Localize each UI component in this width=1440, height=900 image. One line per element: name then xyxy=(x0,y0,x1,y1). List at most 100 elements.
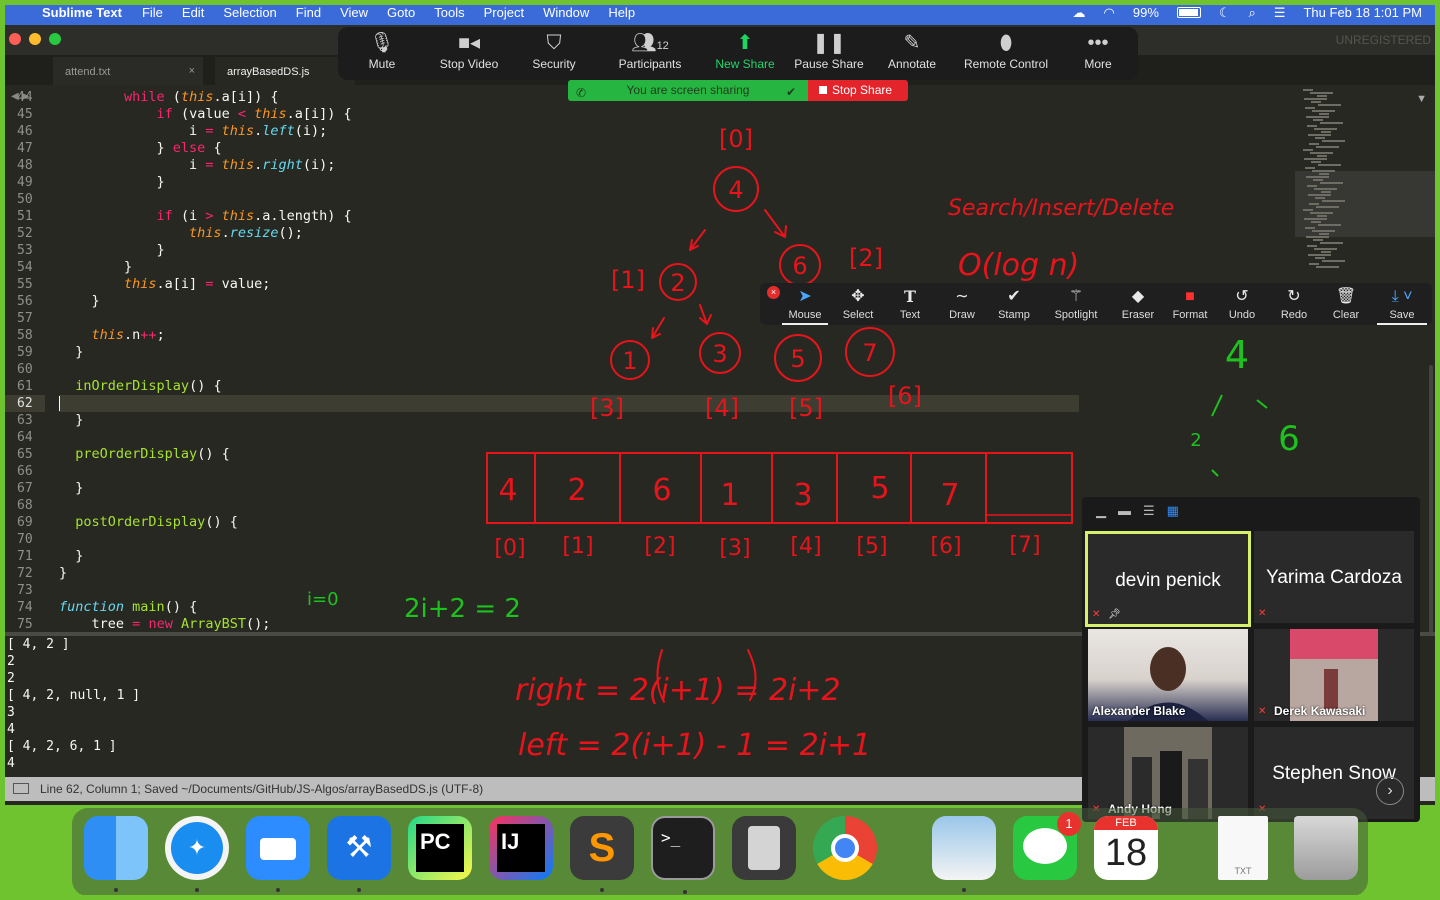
menu-edit[interactable]: Edit xyxy=(182,5,204,20)
dock-calendar[interactable]: FEB 18 xyxy=(1094,816,1158,880)
annotate-button[interactable]: ✎ Annotate xyxy=(884,27,940,80)
next-page-chevron-icon[interactable]: › xyxy=(1376,777,1404,805)
participant-tile-video[interactable]: ✕ Derek Kawasaki xyxy=(1254,629,1414,721)
clock[interactable]: Thu Feb 18 1:01 PM xyxy=(1303,5,1422,20)
dock-chrome[interactable] xyxy=(813,816,877,880)
participant-tile[interactable]: devin penick ✕ 📌︎ xyxy=(1085,531,1251,627)
menu-goto[interactable]: Goto xyxy=(387,5,415,20)
line-number: 57 xyxy=(17,311,33,326)
tool-eraser[interactable]: ◆ Eraser xyxy=(1113,283,1163,325)
moon-icon[interactable]: ☾ xyxy=(1219,5,1231,21)
menu-window[interactable]: Window xyxy=(543,5,589,20)
battery-icon[interactable] xyxy=(1176,7,1201,18)
participant-tile-video[interactable]: ✕ Andy Hong xyxy=(1088,727,1248,819)
tool-format[interactable]: ■ Format xyxy=(1165,283,1215,325)
stop-share-button[interactable]: Stop Share xyxy=(808,80,908,101)
minimap-line xyxy=(1314,188,1337,190)
minimap-line xyxy=(1310,212,1333,214)
tool-stamp[interactable]: ✔ Stamp xyxy=(989,283,1039,325)
tool-draw[interactable]: ∼ Draw xyxy=(937,283,987,325)
dock-pycharm[interactable]: PC xyxy=(408,816,472,880)
tool-select[interactable]: ✥ Select xyxy=(833,283,883,325)
thumbnail-view-icon[interactable]: ▬ xyxy=(1118,503,1131,523)
tab-arraybasedds-js[interactable]: arrayBasedDS.js xyxy=(215,57,355,85)
sharing-indicator: ✆ You are screen sharing ✔ xyxy=(568,80,808,101)
mute-button[interactable]: 🎙︎ Mute xyxy=(352,27,412,80)
dock-trash[interactable] xyxy=(1294,816,1358,880)
participant-tile-video[interactable]: Alexander Blake xyxy=(1088,629,1248,721)
menu-selection[interactable]: Selection xyxy=(223,5,276,20)
minimap-line xyxy=(1311,221,1321,223)
dock-calculator[interactable] xyxy=(732,816,796,880)
minimap-line xyxy=(1322,260,1345,262)
menu-tools[interactable]: Tools xyxy=(434,5,464,20)
minimap-line xyxy=(1315,257,1325,259)
tool-save[interactable]: ⤓ ˅ Save xyxy=(1377,283,1427,325)
speaker-view-icon[interactable]: ☰ xyxy=(1143,503,1155,523)
dock-intellij[interactable]: IJ xyxy=(489,816,553,880)
security-button[interactable]: ⛉ Security xyxy=(524,27,584,80)
gallery-view-icon[interactable]: ▦ xyxy=(1167,503,1179,523)
tool-label: Select xyxy=(842,309,874,321)
minimap-line xyxy=(1307,185,1317,187)
minimize-window-button[interactable] xyxy=(29,33,41,45)
dock-xcode[interactable]: ⚒ xyxy=(327,816,391,892)
tab-attend-txt[interactable]: attend.txt × xyxy=(53,57,203,85)
line-number: 53 xyxy=(17,243,33,258)
dock-zoom[interactable] xyxy=(246,816,310,892)
tool-undo[interactable]: ↺ Undo xyxy=(1217,283,1267,325)
minimap-line xyxy=(1310,152,1333,154)
participants-icon: 👥︎12 xyxy=(631,32,669,54)
pause-share-button[interactable]: ❚❚ Pause Share xyxy=(792,27,866,80)
calculator-icon xyxy=(748,826,780,870)
more-button[interactable]: ••• More xyxy=(1078,27,1118,80)
menu-view[interactable]: View xyxy=(340,5,368,20)
tool-redo[interactable]: ↻ Redo xyxy=(1269,283,1319,325)
code-line: } else { xyxy=(59,140,222,156)
control-center-icon[interactable]: ☰ xyxy=(1274,5,1286,21)
participant-tile[interactable]: Yarima Cardoza ✕ xyxy=(1254,531,1414,623)
dock-safari[interactable]: ✦ xyxy=(165,816,229,892)
tool-mouse[interactable]: ➤ Mouse xyxy=(782,283,828,325)
tool-clear[interactable]: 🗑︎ Clear xyxy=(1321,283,1371,325)
dock-sublime[interactable]: S xyxy=(570,816,634,892)
menu-app-name[interactable]: Sublime Text xyxy=(42,5,122,20)
dock-preview[interactable] xyxy=(932,816,996,892)
tool-text[interactable]: T Text xyxy=(885,283,935,325)
participants-button[interactable]: 👥︎12 Participants xyxy=(612,27,688,80)
dock-finder[interactable] xyxy=(84,816,148,892)
tool-spotlight[interactable]: ⚚ Spotlight xyxy=(1048,283,1104,325)
zoom-window-button[interactable] xyxy=(49,33,61,45)
close-annotation-icon[interactable]: × xyxy=(767,286,780,299)
menu-help[interactable]: Help xyxy=(608,5,635,20)
participant-name: Derek Kawasaki xyxy=(1274,704,1366,718)
cloud-icon[interactable]: ☁ xyxy=(1073,5,1086,21)
line-number: 68 xyxy=(17,498,33,513)
menu-project[interactable]: Project xyxy=(484,5,524,20)
remote-control-button[interactable]: ⬮ Remote Control xyxy=(958,27,1054,80)
line-number: 75 xyxy=(17,617,33,632)
minimap-line xyxy=(1317,155,1327,157)
minimap-line xyxy=(1310,92,1333,94)
vertical-scrollbar[interactable] xyxy=(1429,365,1433,665)
participant-tile[interactable]: Stephen Snow ✕ › xyxy=(1254,727,1414,819)
tab-close-icon[interactable]: × xyxy=(189,65,195,77)
minimap-line xyxy=(1313,179,1323,181)
dock-terminal[interactable]: >_ xyxy=(651,816,715,894)
stop-video-button[interactable]: ■◂ Stop Video xyxy=(432,27,506,80)
new-share-button[interactable]: ⬆ New Share xyxy=(710,27,780,80)
minimap-line xyxy=(1303,209,1313,211)
panel-toggle-icon[interactable] xyxy=(13,783,29,794)
minimize-icon[interactable]: ▁ xyxy=(1096,503,1106,523)
dock-txt-file[interactable]: TXT xyxy=(1218,816,1268,880)
menu-find[interactable]: Find xyxy=(296,5,321,20)
close-window-button[interactable] xyxy=(9,33,21,45)
wifi-icon[interactable]: ◠ xyxy=(1104,5,1115,21)
minimap[interactable] xyxy=(1295,89,1435,269)
color-swatch-icon: ■ xyxy=(1185,288,1195,305)
redo-icon: ↻ xyxy=(1287,288,1301,305)
spotlight-search-icon[interactable]: ⌕ xyxy=(1249,5,1256,21)
code-editor[interactable]: while (this.a[i]) { if (value < this.a[i… xyxy=(59,89,1079,633)
menu-file[interactable]: File xyxy=(142,5,163,20)
unregistered-label: UNREGISTERED xyxy=(1335,33,1431,47)
